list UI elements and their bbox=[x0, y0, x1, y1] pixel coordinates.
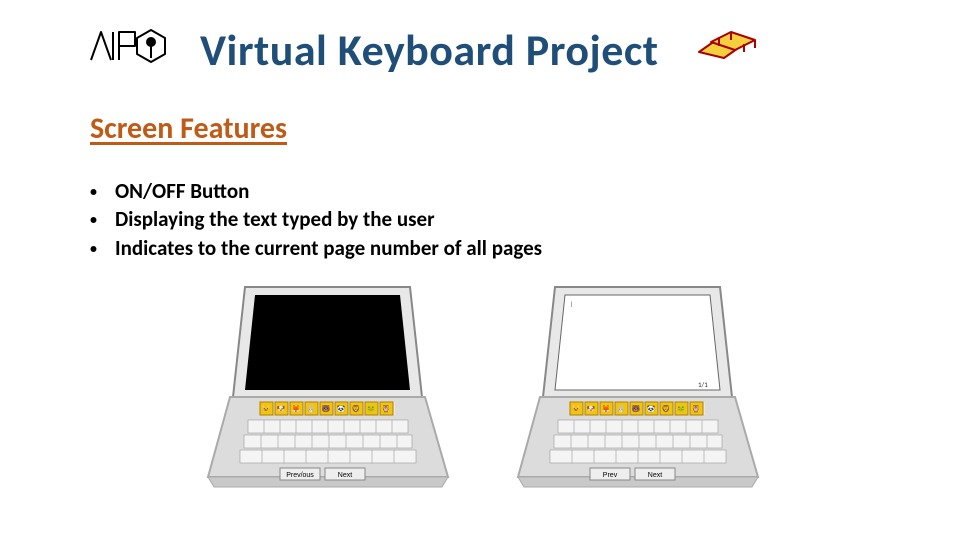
svg-text:🐻: 🐻 bbox=[632, 404, 641, 413]
svg-text:🐱: 🐱 bbox=[262, 404, 271, 413]
bullet-text: Indicates to the current page number of … bbox=[115, 234, 542, 262]
svg-text:|: | bbox=[570, 300, 573, 308]
svg-text:🐰: 🐰 bbox=[617, 404, 626, 413]
laptop-off-illustration: 🐱 🐶 🦊 🐰 🐻 🐼 🦁 🐸 🦉 bbox=[200, 282, 450, 492]
svg-text:🦁: 🦁 bbox=[352, 404, 361, 413]
svg-text:🦊: 🦊 bbox=[602, 404, 611, 413]
svg-text:🦁: 🦁 bbox=[662, 404, 671, 413]
svg-text:1/1: 1/1 bbox=[698, 380, 708, 389]
slide-header: Virtual Keyboard Project bbox=[0, 0, 960, 80]
bullet-icon: • bbox=[90, 213, 97, 227]
svg-text:🐼: 🐼 bbox=[647, 404, 656, 413]
bullet-icon: • bbox=[90, 185, 97, 199]
next-button-label: Next bbox=[338, 472, 352, 479]
bullet-icon: • bbox=[90, 242, 97, 256]
sip-logo-icon bbox=[85, 20, 180, 80]
next-button-label: Next bbox=[648, 472, 662, 479]
svg-text:🐱: 🐱 bbox=[572, 404, 581, 413]
svg-text:🦉: 🦉 bbox=[692, 404, 701, 413]
slide-title: Virtual Keyboard Project bbox=[200, 23, 659, 77]
svg-text:🐸: 🐸 bbox=[677, 405, 686, 413]
svg-text:🦉: 🦉 bbox=[382, 404, 391, 413]
svg-text:🐻: 🐻 bbox=[322, 404, 331, 413]
svg-text:🐶: 🐶 bbox=[587, 405, 596, 413]
bullet-text: Displaying the text typed by the user bbox=[115, 205, 435, 233]
section-heading: Screen Features bbox=[0, 80, 960, 147]
bullet-text: ON/OFF Button bbox=[115, 177, 249, 205]
interlocking-rings-icon bbox=[689, 20, 764, 80]
figure-row: 🐱 🐶 🦊 🐰 🐻 🐼 🦁 🐸 🦉 bbox=[0, 262, 960, 492]
prev-button-label: Prev/ous bbox=[286, 472, 314, 479]
svg-text:🐶: 🐶 bbox=[277, 405, 286, 413]
laptop-on-illustration: | 1/1 🐱 🐶 🦊 🐰 🐻 🐼 🦁 🐸 🦉 bbox=[510, 282, 760, 492]
svg-text:🐸: 🐸 bbox=[367, 405, 376, 413]
list-item: • ON/OFF Button bbox=[90, 177, 960, 205]
svg-text:🦊: 🦊 bbox=[292, 404, 301, 413]
prev-button-label: Prev bbox=[603, 472, 618, 479]
bullet-list: • ON/OFF Button • Displaying the text ty… bbox=[0, 147, 960, 262]
list-item: • Displaying the text typed by the user bbox=[90, 205, 960, 233]
svg-text:🐰: 🐰 bbox=[307, 404, 316, 413]
svg-text:🐼: 🐼 bbox=[337, 404, 346, 413]
list-item: • Indicates to the current page number o… bbox=[90, 234, 960, 262]
